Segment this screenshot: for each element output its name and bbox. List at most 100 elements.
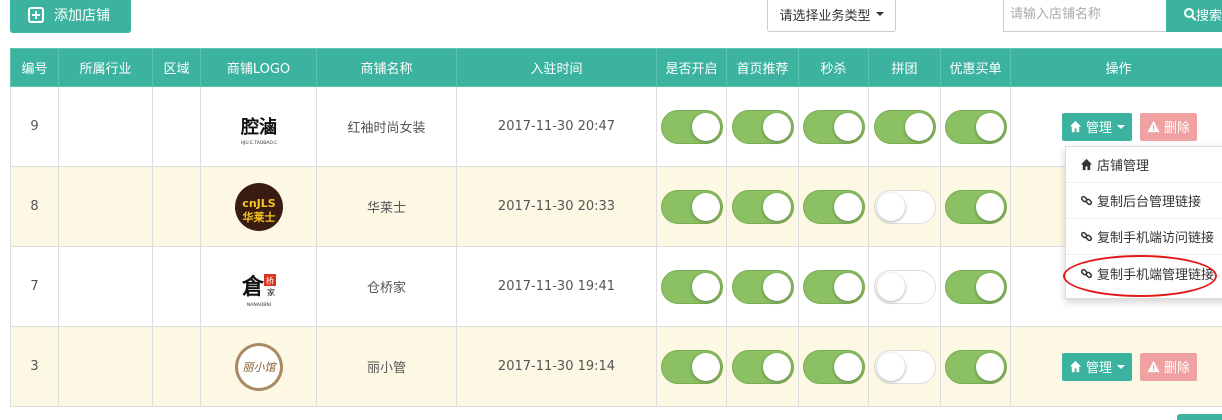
cell-industry [58,166,153,247]
manage-label: 管理 [1085,121,1112,136]
seckill-toggle[interactable] [802,349,865,384]
search-icon [1184,7,1194,18]
shop-table: 编号 所属行业 区域 商铺LOGO 商铺名称 入驻时间 是否开启 首页推荐 秒杀… [10,48,1222,407]
group-toggle[interactable] [873,189,936,224]
link-icon [1080,195,1093,206]
shop-logo-image: cnJLS 华莱士 [234,182,283,231]
discount-toggle[interactable] [944,189,1007,224]
logo-text: 丽小馆 [242,361,277,374]
recommend-toggle[interactable] [731,269,794,304]
home-icon [1069,360,1082,373]
delete-button[interactable]: 删除 [1140,112,1198,141]
group-toggle[interactable] [873,349,936,384]
link-icon [1080,268,1093,278]
warning-icon [1147,120,1160,133]
discount-toggle[interactable] [944,349,1007,384]
table-row: 8 cnJLS 华莱士 华莱士 2017-11-30 20:33 [10,166,1222,247]
row-actions: 管理 删除 [1033,112,1222,141]
toggle-knob [833,272,862,301]
plus-icon [28,6,44,23]
toggle-knob [833,192,862,221]
col-id: 编号 [10,48,59,87]
cell-region [152,246,201,327]
cell-join-time: 2017-11-30 20:47 [456,86,657,167]
col-time: 入驻时间 [456,48,657,87]
caret-down-icon [875,12,884,16]
open-toggle[interactable] [660,189,723,224]
col-name: 商铺名称 [316,48,457,87]
group-toggle[interactable] [873,269,936,304]
logo-text: 倉 [240,274,264,300]
toggle-knob [691,352,720,381]
menu-item-shop-manage[interactable]: 店铺管理 [1066,147,1222,183]
cell-shop-name: 华莱士 [316,166,457,247]
recommend-toggle[interactable] [731,109,794,144]
table-header-row: 编号 所属行业 区域 商铺LOGO 商铺名称 入驻时间 是否开启 首页推荐 秒杀… [10,48,1222,87]
toggle-knob [975,352,1004,381]
manage-button[interactable]: 管理 [1061,352,1132,381]
logo-text: 家 [267,287,275,297]
col-actions: 操作 [1010,48,1222,87]
toggle-knob [975,272,1004,301]
menu-item-copy-admin-link[interactable]: 复制后台管理链接 [1066,183,1222,219]
delete-button[interactable]: 删除 [1140,352,1198,381]
cell-region [152,86,201,167]
home-icon [1069,120,1082,133]
menu-item-label: 复制后台管理链接 [1097,195,1202,210]
toggle-knob [876,192,905,221]
logo-text: cnJLS [242,197,275,210]
add-shop-label: 添加店铺 [54,7,110,24]
col-logo: 商铺LOGO [200,48,317,87]
search-button[interactable]: 搜索 [1166,0,1222,32]
discount-toggle[interactable] [944,109,1007,144]
toggle-knob [876,352,905,381]
cell-region [152,326,201,407]
logo-text: 桥 [266,275,274,285]
caret-down-icon [1117,124,1125,129]
discount-toggle[interactable] [944,269,1007,304]
menu-item-label: 复制手机端访问链接 [1097,231,1215,246]
partial-button[interactable] [1177,414,1222,420]
delete-label: 删除 [1164,361,1191,376]
menu-item-copy-mobile-admin-link[interactable]: 复制手机端管理链接 [1066,255,1222,291]
col-group: 拼团 [868,48,941,87]
recommend-toggle[interactable] [731,349,794,384]
cell-join-time: 2017-11-30 20:33 [456,166,657,247]
logo-text: NANAOBNI [246,302,270,308]
caret-down-icon [1117,364,1125,369]
cell-logo: 腔滷 HJU.E.TAOBAO.C [200,86,317,167]
seckill-toggle[interactable] [802,109,865,144]
seckill-toggle[interactable] [802,189,865,224]
toggle-knob [762,352,791,381]
shop-logo-image: 倉 桥 家 NANAOBNI [234,262,283,311]
open-toggle[interactable] [660,269,723,304]
open-toggle[interactable] [660,109,723,144]
business-type-select[interactable]: 请选择业务类型 [767,0,896,32]
recommend-toggle[interactable] [731,189,794,224]
cell-join-time: 2017-11-30 19:14 [456,326,657,407]
table-row: 7 倉 桥 家 NANAOBNI 仓桥家 2017-11-30 19:41 [10,246,1222,327]
search-label: 搜索 [1196,8,1222,24]
group-toggle[interactable] [873,109,936,144]
row-actions: 管理 删除 [1033,352,1222,381]
cell-logo: 倉 桥 家 NANAOBNI [200,246,317,327]
toggle-knob [904,112,933,141]
table-row: 3 丽小馆 丽小管 2017-11-30 19:14 管理 删除 [10,326,1222,407]
link-icon [1080,231,1093,242]
cell-shop-name: 仓桥家 [316,246,457,327]
seckill-toggle[interactable] [802,269,865,304]
manage-button[interactable]: 管理 [1061,112,1132,141]
business-type-label: 请选择业务类型 [779,8,871,24]
add-shop-button[interactable]: 添加店铺 [10,0,131,33]
open-toggle[interactable] [660,349,723,384]
cell-industry [58,246,153,327]
cell-join-time: 2017-11-30 19:41 [456,246,657,327]
manage-dropdown-menu: 店铺管理 复制后台管理链接 复制手机端访问链接 复制手机端管理链接 [1065,146,1222,299]
logo-text: HJU.E.TAOBAO.C [240,140,277,146]
shop-name-search-input[interactable] [1003,0,1167,32]
delete-label: 删除 [1164,121,1191,136]
col-industry: 所属行业 [58,48,153,87]
toggle-knob [833,352,862,381]
menu-item-copy-mobile-visit-link[interactable]: 复制手机端访问链接 [1066,219,1222,255]
table-row: 9 腔滷 HJU.E.TAOBAO.C 红袖时尚女装 2017-11-30 20… [10,86,1222,167]
